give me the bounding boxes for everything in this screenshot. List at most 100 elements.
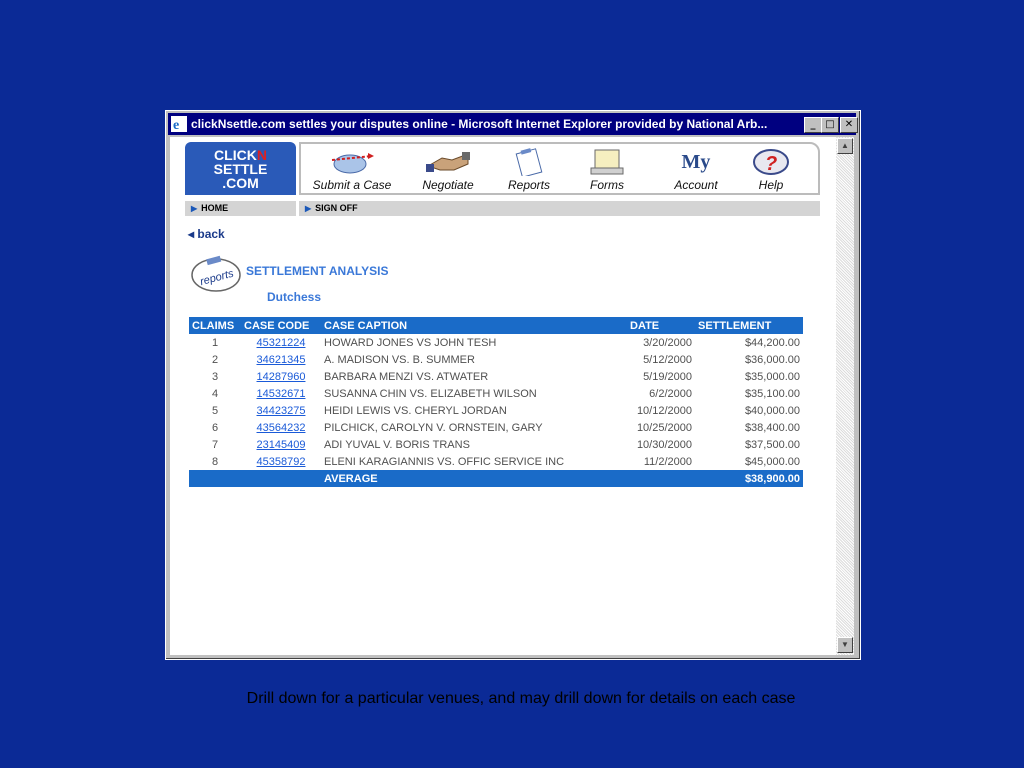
table-row: 4 14532671 SUSANNA CHIN VS. ELIZABETH WILS… xyxy=(189,385,803,402)
maximize-button[interactable]: □ xyxy=(821,117,839,133)
case-code-link[interactable]: 34621345 xyxy=(257,354,306,366)
claim-number-cell: 5 xyxy=(211,404,219,417)
case-caption-cell: HEIDI LEWIS VS. CHERYL JORDAN xyxy=(324,404,507,417)
nav-negotiate[interactable]: Negotiate xyxy=(413,148,483,192)
case-date-cell: 11/2/2000 xyxy=(643,455,692,468)
col-date: DATE xyxy=(627,317,695,334)
nav-account[interactable]: My Account xyxy=(663,148,729,192)
back-link[interactable]: ◂ back xyxy=(188,227,225,241)
case-code-link[interactable]: 14287960 xyxy=(257,371,306,383)
case-code-link[interactable]: 34423275 xyxy=(257,405,306,417)
page-title: SETTLEMENT ANALYSIS xyxy=(246,264,389,278)
case-code-link-cell: 34423275 xyxy=(241,402,321,419)
case-date-cell: 10/12/2000 xyxy=(636,404,692,417)
case-code-link[interactable]: 43564232 xyxy=(257,422,306,434)
main-nav: Submit a Case Negotiate Reports Forms My… xyxy=(299,142,820,195)
table-row: 7 23145409 ADI YUVAL V. BORIS TRANS 10/30/2… xyxy=(189,436,803,453)
claim-number-cell: 6 xyxy=(211,421,219,434)
forms-icon xyxy=(590,149,624,175)
scroll-up-arrow-icon[interactable]: ▲ xyxy=(837,138,853,154)
submit-case-icon xyxy=(331,153,374,174)
table-row: 1 45321224 HOWARD JONES VS JOHN TESH 3/20/2… xyxy=(189,334,803,351)
close-button[interactable]: ✕ xyxy=(840,117,858,133)
nav-help[interactable]: ? Help xyxy=(741,148,801,192)
nav-submit-label: Submit a Case xyxy=(312,178,392,192)
average-row: AVERAGE $38,900.00 xyxy=(189,470,803,487)
case-date-cell: 10/25/2000 xyxy=(636,421,692,434)
settlement-amount-cell: $35,100.00 xyxy=(744,387,800,400)
sign-off-link[interactable]: SIGN OFF xyxy=(315,203,358,213)
claim-number-cell: 1 xyxy=(211,336,219,349)
settlement-table: CLAIMS CASE CODE CASE CAPTION DATE SETTL… xyxy=(189,317,803,487)
reports-badge-icon: reports xyxy=(191,255,241,292)
settlement-amount-cell: $35,000.00 xyxy=(744,370,800,383)
clicknsettle-logo[interactable]: CLICKN SETTLE .COM xyxy=(185,142,296,195)
case-code-link-cell: 14532671 xyxy=(241,385,321,402)
minimize-button[interactable]: _ xyxy=(804,117,822,133)
col-case-caption: CASE CAPTION xyxy=(321,317,627,334)
scroll-down-arrow-icon[interactable]: ▼ xyxy=(837,637,853,653)
nav-reports-label: Reports xyxy=(507,178,551,192)
case-code-link[interactable]: 45321224 xyxy=(257,337,306,349)
logo-settle-text: SETTLE xyxy=(213,161,268,177)
col-settlement: SETTLEMENT xyxy=(695,317,803,334)
settlement-amount-cell: $38,400.00 xyxy=(744,421,800,434)
claim-number-cell: 8 xyxy=(211,455,219,468)
case-caption-cell: BARBARA MENZI VS. ATWATER xyxy=(324,370,489,383)
case-date-cell: 5/19/2000 xyxy=(643,370,692,383)
browser-window: e clickNsettle.com settles your disputes… xyxy=(165,110,861,660)
case-code-link-cell: 14287960 xyxy=(241,368,321,385)
case-code-link[interactable]: 14532671 xyxy=(257,388,306,400)
nav-forms[interactable]: Forms xyxy=(579,148,635,192)
case-code-link-cell: 43564232 xyxy=(241,419,321,436)
title-bar: e clickNsettle.com settles your disputes… xyxy=(168,113,858,135)
nav-account-label: Account xyxy=(674,178,718,192)
subnav-home[interactable]: ▶ HOME xyxy=(185,201,296,216)
help-icon: ? xyxy=(753,149,789,175)
page-content: CLICKN SETTLE .COM Submit a Case Negotia… xyxy=(170,137,836,655)
settlement-amount-cell: $37,500.00 xyxy=(744,438,800,451)
slide-caption: Drill down for a particular venues, and … xyxy=(246,690,796,707)
table-row: 5 34423275 HEIDI LEWIS VS. CHERYL JORDAN 10… xyxy=(189,402,803,419)
vertical-scrollbar[interactable]: ▲ ▼ xyxy=(836,137,854,655)
nav-reports[interactable]: Reports xyxy=(498,148,560,192)
venue-subtitle: Dutchess xyxy=(267,290,322,304)
case-caption-cell: A. MADISON VS. B. SUMMER xyxy=(324,353,475,366)
claim-number-cell: 3 xyxy=(211,370,219,383)
settlement-amount-cell: $36,000.00 xyxy=(744,353,800,366)
case-date-cell: 3/20/2000 xyxy=(643,336,692,349)
table-row: 6 43564232 PILCHICK, CAROLYN V. ORNSTEIN, … xyxy=(189,419,803,436)
logo-com-text: .COM xyxy=(222,175,259,191)
case-caption-cell: ADI YUVAL V. BORIS TRANS xyxy=(324,438,470,451)
case-code-link-cell: 23145409 xyxy=(241,436,321,453)
table-row: 8 45358792 ELENI KARAGIANNIS VS. OFFIC SER… xyxy=(189,453,803,470)
table-row: 3 14287960 BARBARA MENZI VS. ATWATER 5/19/2… xyxy=(189,368,803,385)
average-empty xyxy=(189,470,241,487)
nav-negotiate-label: Negotiate xyxy=(422,178,474,192)
case-code-link-cell: 45321224 xyxy=(241,334,321,351)
case-date-cell: 10/30/2000 xyxy=(636,438,692,451)
table-header-row: CLAIMS CASE CODE CASE CAPTION DATE SETTL… xyxy=(189,317,803,334)
claim-number-cell: 2 xyxy=(211,353,219,366)
settlement-amount-cell: $44,200.00 xyxy=(744,336,800,349)
nav-submit-case[interactable]: Submit a Case xyxy=(306,148,398,192)
svg-text:e: e xyxy=(173,118,179,132)
settlement-amount-cell: $45,000.00 xyxy=(744,455,800,468)
col-case-code: CASE CODE xyxy=(241,317,321,334)
handshake-icon xyxy=(426,152,470,172)
play-triangle-icon: ▶ xyxy=(191,204,198,213)
nav-help-label: Help xyxy=(758,178,784,192)
reports-icon xyxy=(515,148,543,176)
subnav-signoff[interactable]: ▶ SIGN OFF xyxy=(299,201,820,216)
case-caption-cell: PILCHICK, CAROLYN V. ORNSTEIN, GARY xyxy=(324,421,543,434)
home-link[interactable]: HOME xyxy=(201,203,228,213)
internet-explorer-icon: e xyxy=(171,116,187,132)
window-title: clickNsettle.com settles your disputes o… xyxy=(191,117,768,131)
case-caption-cell: ELENI KARAGIANNIS VS. OFFIC SERVICE INC xyxy=(324,455,565,468)
case-code-link[interactable]: 45358792 xyxy=(257,456,306,468)
case-code-link[interactable]: 23145409 xyxy=(257,439,306,451)
case-code-link-cell: 45358792 xyxy=(241,453,321,470)
case-date-cell: 5/12/2000 xyxy=(643,353,692,366)
nav-forms-label: Forms xyxy=(590,178,624,192)
table-body: 1 45321224 HOWARD JONES VS JOHN TESH 3/20/2… xyxy=(189,334,803,470)
